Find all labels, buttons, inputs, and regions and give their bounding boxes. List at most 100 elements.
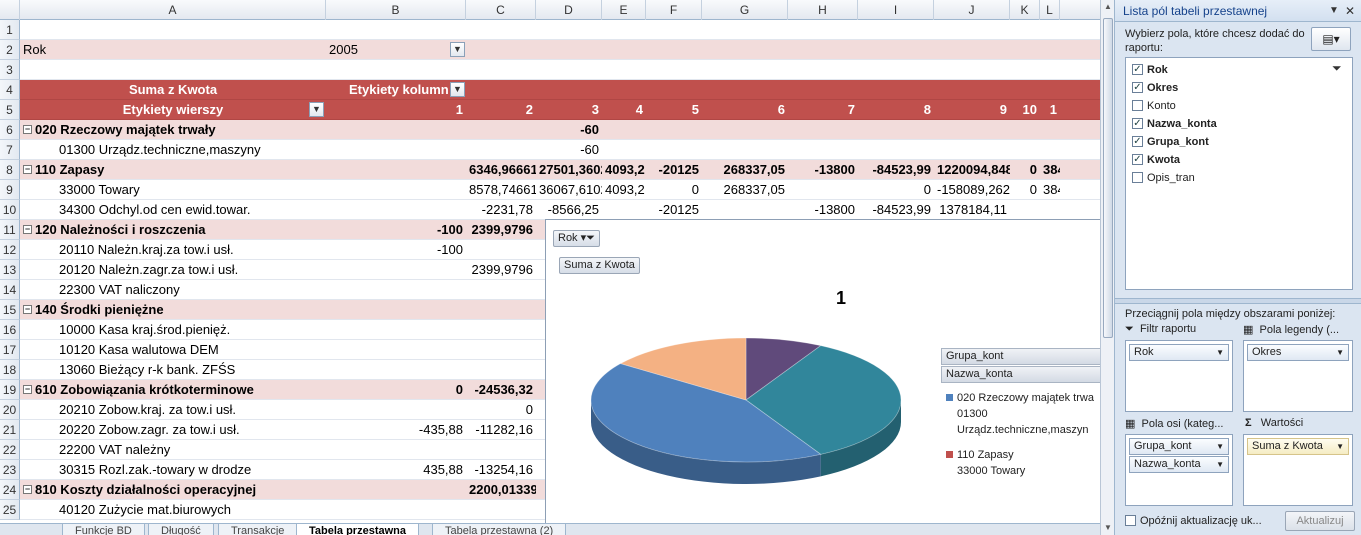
collapse-icon[interactable]: − bbox=[23, 125, 32, 135]
scroll-thumb[interactable] bbox=[1103, 18, 1113, 338]
report-filter-area[interactable]: Rok ▼ bbox=[1125, 340, 1233, 412]
value-cell[interactable]: 4093,2 bbox=[602, 160, 646, 180]
value-cell[interactable] bbox=[466, 340, 536, 360]
value-cell[interactable] bbox=[326, 440, 466, 460]
panel-menu-icon[interactable]: ▼ bbox=[1329, 0, 1339, 22]
values-area[interactable]: Suma z Kwota ▼ bbox=[1243, 434, 1353, 506]
row-label-cell[interactable]: 01300 Urządz.techniczne,maszyny bbox=[20, 140, 326, 160]
column-header[interactable]: L bbox=[1040, 0, 1060, 20]
sheet-row[interactable] bbox=[20, 60, 1100, 80]
column-header[interactable]: C bbox=[466, 0, 536, 20]
row-header[interactable]: 19 bbox=[0, 380, 20, 400]
value-cell[interactable]: 8578,74661 bbox=[466, 180, 536, 200]
scroll-down-icon[interactable]: ▼ bbox=[1102, 521, 1114, 535]
close-icon[interactable]: ✕ bbox=[1345, 0, 1355, 22]
value-cell[interactable] bbox=[466, 500, 536, 520]
column-header[interactable]: A bbox=[20, 0, 326, 20]
row-header[interactable]: 20 bbox=[0, 400, 20, 420]
scroll-up-icon[interactable]: ▲ bbox=[1102, 0, 1114, 14]
layout-options-button[interactable]: ▤▾ bbox=[1311, 27, 1351, 51]
value-cell[interactable]: 3842 bbox=[1040, 180, 1060, 200]
chart-value-button[interactable]: Suma z Kwota bbox=[559, 257, 640, 274]
value-cell[interactable] bbox=[1040, 120, 1060, 140]
field-item[interactable]: ✓ Kwota bbox=[1132, 151, 1180, 169]
row-labels-dropdown-icon[interactable]: ▼ bbox=[309, 102, 324, 117]
sheet-row[interactable] bbox=[20, 20, 1100, 40]
value-cell[interactable]: -8566,25 bbox=[536, 200, 602, 220]
column-header[interactable]: H bbox=[788, 0, 858, 20]
value-cell[interactable] bbox=[858, 140, 934, 160]
value-cell[interactable]: -84523,99 bbox=[858, 160, 934, 180]
axis-field-chip[interactable]: Grupa_kont ▼ bbox=[1129, 438, 1229, 455]
axis-area[interactable]: Grupa_kont ▼ Nazwa_konta ▼ bbox=[1125, 434, 1233, 506]
legend-field-button[interactable]: Grupa_kont bbox=[941, 348, 1100, 365]
value-cell[interactable]: 27501,3602 bbox=[536, 160, 602, 180]
value-cell[interactable]: -24536,32 bbox=[466, 380, 536, 400]
value-cell[interactable]: -20125 bbox=[646, 160, 702, 180]
update-button[interactable]: Aktualizuj bbox=[1285, 511, 1355, 531]
field-item[interactable]: ✓ Nazwa_konta bbox=[1132, 115, 1217, 133]
value-cell[interactable] bbox=[646, 140, 702, 160]
value-cell[interactable] bbox=[326, 500, 466, 520]
field-item[interactable]: ✓ Okres bbox=[1132, 79, 1178, 97]
defer-update-checkbox[interactable] bbox=[1125, 514, 1136, 526]
pivot-group-row[interactable]: −020 Rzeczowy majątek trwały -60 bbox=[20, 120, 1100, 140]
value-cell[interactable] bbox=[788, 180, 858, 200]
value-cell[interactable] bbox=[326, 320, 466, 340]
field-checkbox[interactable] bbox=[1132, 99, 1143, 111]
column-header[interactable]: I bbox=[858, 0, 934, 20]
row-label-cell[interactable]: −140 Środki pieniężne bbox=[20, 300, 326, 320]
row-label-cell[interactable]: 10120 Kasa walutowa DEM bbox=[20, 340, 326, 360]
value-cell[interactable]: 6346,96661 bbox=[466, 160, 536, 180]
sheet-tab[interactable]: Funkcje BD bbox=[62, 524, 145, 535]
value-cell[interactable] bbox=[466, 120, 536, 140]
pie-chart[interactable] bbox=[576, 320, 916, 520]
field-item[interactable]: Opis_tran bbox=[1132, 169, 1195, 187]
value-cell[interactable] bbox=[326, 180, 466, 200]
row-header[interactable]: 10 bbox=[0, 200, 20, 220]
value-cell[interactable] bbox=[326, 260, 466, 280]
row-label-cell[interactable]: 40120 Zużycie mat.biurowych bbox=[20, 500, 326, 520]
value-cell[interactable] bbox=[326, 200, 466, 220]
row-label-cell[interactable]: −110 Zapasy bbox=[20, 160, 326, 180]
value-cell[interactable] bbox=[326, 120, 466, 140]
column-header[interactable]: B bbox=[326, 0, 466, 20]
value-cell[interactable]: -100 bbox=[326, 240, 466, 260]
collapse-icon[interactable]: − bbox=[23, 225, 32, 235]
value-cell[interactable] bbox=[702, 140, 788, 160]
value-cell[interactable]: -435,88 bbox=[326, 420, 466, 440]
row-header[interactable]: 17 bbox=[0, 340, 20, 360]
collapse-icon[interactable]: − bbox=[23, 165, 32, 175]
column-labels-dropdown-icon[interactable]: ▼ bbox=[450, 82, 465, 97]
row-header[interactable]: 21 bbox=[0, 420, 20, 440]
field-item[interactable]: ✓ Rok bbox=[1132, 61, 1168, 79]
row-label-cell[interactable]: −120 Należności i roszczenia bbox=[20, 220, 326, 240]
value-cell[interactable] bbox=[602, 120, 646, 140]
values-field-chip[interactable]: Suma z Kwota ▼ bbox=[1247, 438, 1349, 455]
sheet-tab[interactable]: Tabela przestawna bbox=[296, 524, 419, 535]
collapse-icon[interactable]: − bbox=[23, 305, 32, 315]
panel-splitter[interactable] bbox=[1115, 298, 1361, 304]
pivot-chart[interactable]: Rok ▾⏷ Suma z Kwota 1 Grupa_kont Nazwa_k… bbox=[545, 219, 1100, 535]
row-header[interactable]: 16 bbox=[0, 320, 20, 340]
row-header[interactable]: 12 bbox=[0, 240, 20, 260]
column-header[interactable]: D bbox=[536, 0, 602, 20]
value-cell[interactable]: -100 bbox=[326, 220, 466, 240]
value-cell[interactable]: 0 bbox=[646, 180, 702, 200]
value-cell[interactable]: -84523,99 bbox=[858, 200, 934, 220]
collapse-icon[interactable]: − bbox=[23, 385, 32, 395]
chart-filter-button[interactable]: Rok ▾⏷ bbox=[553, 230, 600, 247]
axis-field-chip[interactable]: Nazwa_konta ▼ bbox=[1129, 456, 1229, 473]
value-cell[interactable] bbox=[326, 480, 466, 500]
row-label-cell[interactable]: 22300 VAT naliczony bbox=[20, 280, 326, 300]
row-header[interactable]: 1 bbox=[0, 20, 20, 40]
field-checkbox[interactable]: ✓ bbox=[1132, 117, 1143, 129]
filter-dropdown-icon[interactable]: ▼ bbox=[450, 42, 465, 57]
row-label-cell[interactable]: 30315 Rozl.zak.-towary w drodze bbox=[20, 460, 326, 480]
value-cell[interactable]: -60 bbox=[536, 140, 602, 160]
pivot-detail-row[interactable]: 33000 Towary 8578,74661 36067,6102 4093,2 0 2… bbox=[20, 180, 1100, 200]
column-header[interactable]: F bbox=[646, 0, 702, 20]
field-item[interactable]: ✓ Grupa_kont bbox=[1132, 133, 1209, 151]
row-label-cell[interactable]: 20210 Zobow.kraj. za tow.i usł. bbox=[20, 400, 326, 420]
row-header[interactable]: 6 bbox=[0, 120, 20, 140]
